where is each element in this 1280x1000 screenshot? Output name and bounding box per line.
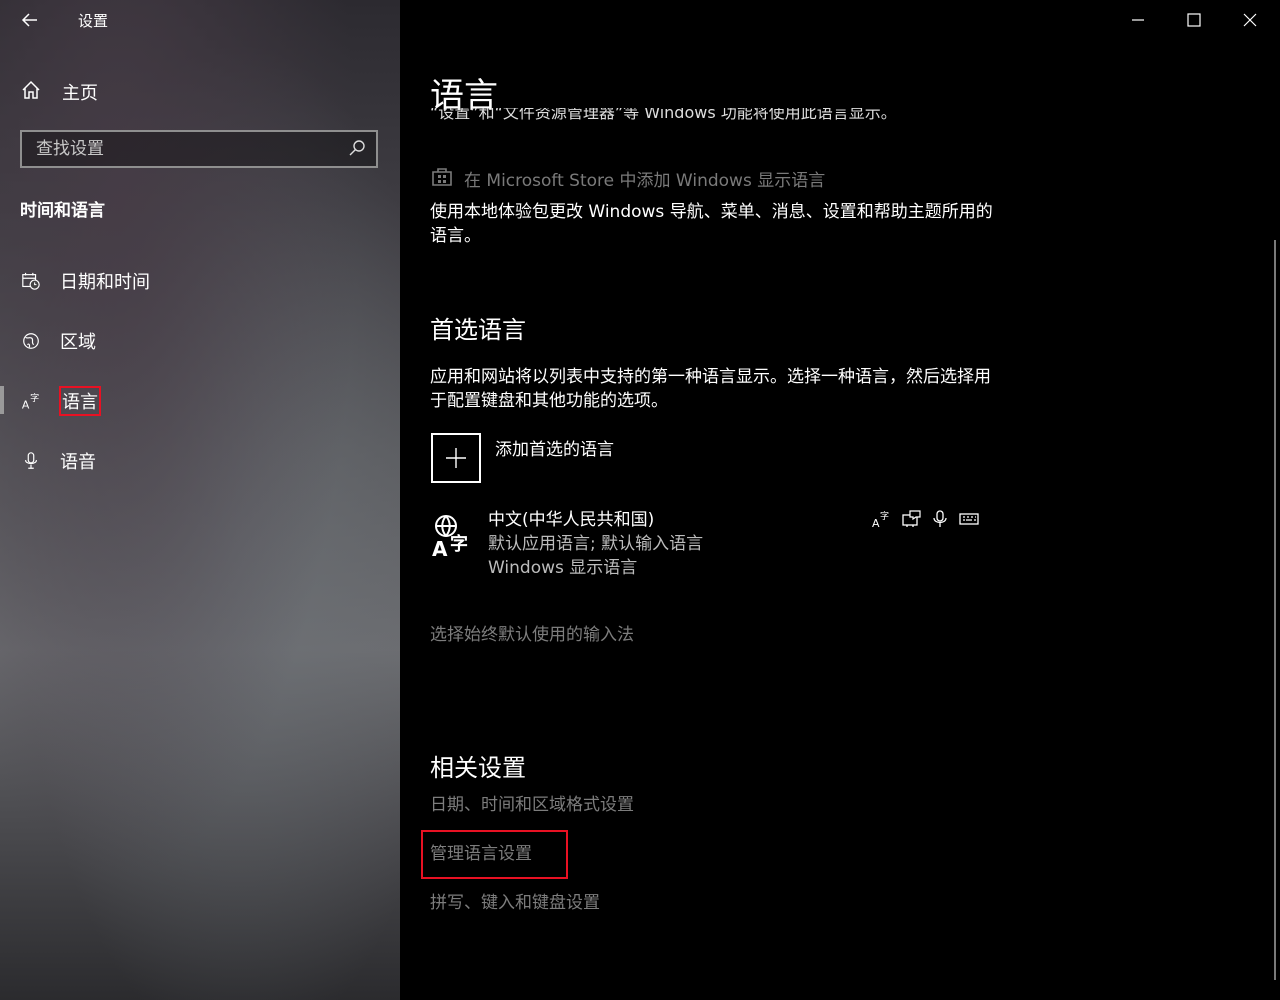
language-defaults: 默认应用语言; 默认输入语言: [488, 534, 704, 554]
preferred-language-desc: 应用和网站将以列表中支持的第一种语言显示。选择一种语言，然后选择用于配置键盘和其…: [430, 367, 991, 411]
svg-text:字: 字: [880, 510, 889, 522]
display-language-icon: A字: [872, 510, 889, 528]
plus-icon: [431, 433, 481, 483]
app-title: 设置: [78, 12, 109, 30]
sidebar-home[interactable]: 主页: [20, 80, 98, 104]
sidebar-item-label: 区域: [60, 332, 96, 353]
search-icon[interactable]: [346, 138, 368, 160]
date-time-region-link[interactable]: 日期、时间和区域格式设置: [430, 790, 634, 815]
store-desc: 使用本地体验包更改 Windows 导航、菜单、消息、设置和帮助主题所用的语言。: [430, 202, 993, 246]
sidebar-item-date-time[interactable]: 日期和时间: [20, 266, 150, 296]
minimize-icon[interactable]: [1128, 10, 1148, 30]
svg-text:字: 字: [450, 533, 468, 555]
store-link-label: 在 Microsoft Store 中添加 Windows 显示语言: [464, 171, 826, 191]
add-language-button[interactable]: 添加首选的语言: [431, 433, 614, 483]
language-feature-icons: A字: [872, 510, 979, 528]
manage-language-settings-link[interactable]: 管理语言设置: [430, 839, 532, 864]
display-language-desc: “设置”和“文件资源管理器”等 Windows 功能将使用此语言显示。: [430, 108, 897, 122]
sidebar: 设置 主页 时间和语言 日期和时间 区域 A字 语言 语音: [0, 0, 400, 1000]
spelling-typing-keyboard-link[interactable]: 拼写、键入和键盘设置: [430, 888, 600, 913]
microphone-icon: [20, 450, 42, 472]
search-input[interactable]: [22, 138, 346, 160]
language-icon: A字: [20, 390, 42, 412]
speech-recognition-icon: [933, 510, 947, 527]
sidebar-item-region[interactable]: 区域: [20, 326, 96, 356]
preferred-language-heading: 首选语言: [430, 316, 526, 344]
maximize-icon[interactable]: [1184, 10, 1204, 30]
globe-region-icon: [20, 330, 42, 352]
home-icon: [20, 79, 42, 105]
add-language-label: 添加首选的语言: [495, 440, 614, 460]
close-icon[interactable]: [1240, 10, 1260, 30]
language-info: 中文(中华人民共和国) 默认应用语言; 默认输入语言 Windows 显示语言: [488, 508, 703, 580]
scrollbar[interactable]: [1274, 240, 1276, 980]
language-display-status: Windows 显示语言: [488, 558, 638, 578]
search-box[interactable]: [20, 130, 378, 168]
language-globe-icon: A 字: [430, 512, 476, 561]
related-settings-heading: 相关设置: [430, 754, 526, 782]
selected-indicator: [0, 386, 4, 414]
store-bag-icon: [430, 164, 454, 193]
text-to-speech-icon: [902, 510, 921, 527]
svg-text:A: A: [432, 537, 448, 558]
svg-text:A: A: [22, 398, 30, 411]
sidebar-item-label: 语言: [59, 386, 101, 416]
sidebar-item-label: 日期和时间: [60, 272, 150, 293]
svg-text:字: 字: [30, 392, 39, 404]
back-arrow-icon[interactable]: [18, 8, 42, 32]
sidebar-item-speech[interactable]: 语音: [20, 446, 96, 476]
svg-text:A: A: [872, 517, 880, 528]
sidebar-section-title: 时间和语言: [20, 201, 105, 221]
home-label: 主页: [62, 83, 98, 104]
default-input-method-link[interactable]: 选择始终默认使用的输入法: [430, 620, 634, 645]
language-name: 中文(中华人民共和国): [488, 510, 655, 530]
store-add-language-link[interactable]: 在 Microsoft Store 中添加 Windows 显示语言: [430, 164, 825, 193]
sidebar-item-label: 语音: [60, 452, 96, 473]
calendar-clock-icon: [20, 270, 42, 292]
sidebar-item-language[interactable]: A字 语言: [20, 386, 101, 416]
keyboard-icon: [959, 513, 979, 525]
